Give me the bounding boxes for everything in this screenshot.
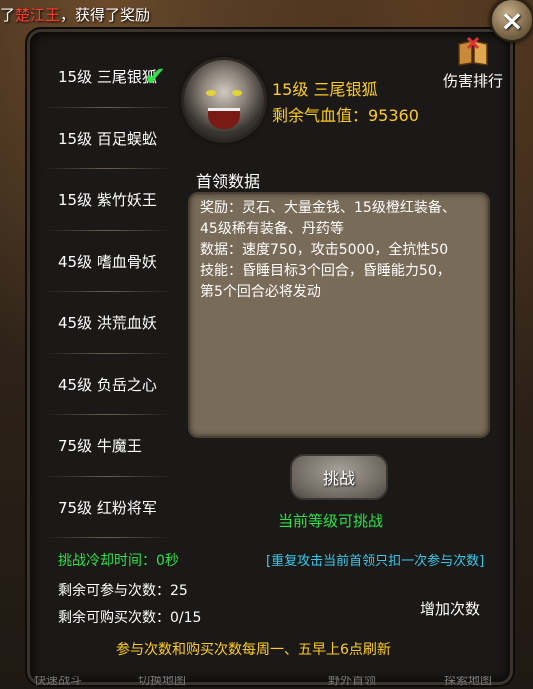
- boss-list-item[interactable]: 75级 牛魔王: [36, 415, 176, 477]
- boss-info-box: 奖励：灵石、大量金钱、15级橙红装备、 45级稀有装备、丹药等 数据：速度750…: [188, 192, 490, 438]
- boss-item-label: 15级 百足蜈蚣: [58, 129, 157, 148]
- nav-switch-map[interactable]: 切换地图: [138, 676, 186, 688]
- info-line: 奖励：灵石、大量金钱、15级橙红装备、: [200, 200, 456, 216]
- bottom-nav: 快速战斗 切换地图 野外首领 探索地图: [0, 676, 533, 689]
- boss-list: 15级 三尾银狐 ✔ 15级 百足蜈蚣 15级 紫竹妖王 45级 嗜血骨妖 45…: [36, 46, 176, 538]
- add-attempts-button[interactable]: 增加次数: [420, 598, 480, 619]
- nav-field-boss[interactable]: 野外首领: [328, 676, 376, 688]
- info-line: 技能：昏睡目标3个回合，昏睡能力50，: [200, 263, 451, 279]
- boss-list-item[interactable]: 15级 紫竹妖王: [36, 169, 176, 231]
- nav-quick-battle[interactable]: 快速战斗: [34, 676, 82, 688]
- remaining-attempts: 剩余可参与次数：25: [58, 583, 188, 599]
- challenge-button[interactable]: 挑战: [290, 454, 388, 500]
- remaining-buys: 剩余可购买次数：0/15: [58, 610, 202, 626]
- check-icon: ✔: [144, 62, 166, 92]
- boss-list-item[interactable]: 45级 负岳之心: [36, 354, 176, 416]
- portrait-eye: [232, 90, 242, 96]
- broadcast-player: 楚江王: [15, 6, 61, 24]
- boss-item-label: 15级 三尾银狐: [58, 68, 157, 87]
- boss-item-label: 45级 负岳之心: [58, 375, 157, 394]
- challenge-label: 挑战: [322, 469, 355, 488]
- broadcast-message: 了楚江王，获得了奖励: [0, 4, 150, 25]
- info-line: 45级稀有装备、丹药等: [200, 221, 344, 237]
- boss-name: 15级 三尾银狐: [272, 80, 378, 99]
- boss-list-item[interactable]: 45级 洪荒血妖: [36, 292, 176, 354]
- broadcast-suffix: ，获得了奖励: [60, 6, 151, 24]
- info-line: 第5个回合必将发动: [200, 284, 321, 300]
- boss-portrait: [184, 60, 264, 140]
- boss-item-label: 45级 嗜血骨妖: [58, 252, 157, 271]
- damage-rank-button[interactable]: 伤害排行: [438, 36, 508, 91]
- info-line: 数据：速度750，攻击5000，全抗性50: [200, 242, 449, 258]
- close-icon: ×: [500, 3, 524, 37]
- boss-list-item[interactable]: 75级 红粉将军: [36, 477, 176, 539]
- boss-hp: 剩余气血值：95360: [272, 106, 419, 125]
- cooldown-text: 挑战冷却时间：0秒: [58, 553, 179, 569]
- damage-rank-label: 伤害排行: [442, 72, 503, 90]
- boss-item-label: 15级 紫竹妖王: [58, 191, 157, 210]
- boss-item-label: 75级 红粉将军: [58, 498, 157, 517]
- section-title: 首领数据: [196, 172, 261, 191]
- nav-explore-map[interactable]: 探索地图: [444, 676, 492, 688]
- boss-list-item[interactable]: 15级 百足蜈蚣: [36, 108, 176, 170]
- refresh-note: 参与次数和购买次数每周一、五早上6点刷新: [116, 642, 391, 658]
- portrait-eye: [206, 90, 216, 96]
- portrait-mouth: [208, 108, 240, 129]
- boss-item-label: 75级 牛魔王: [58, 437, 142, 456]
- broadcast-prefix: 了: [0, 6, 16, 24]
- boss-list-item[interactable]: 15级 三尾银狐 ✔: [36, 46, 176, 108]
- challenge-status: 当前等级可挑战: [278, 512, 384, 530]
- book-icon: [458, 36, 488, 66]
- repeat-attack-note: [重复攻击当前首领只扣一次参与次数]: [266, 554, 485, 569]
- boss-item-label: 45级 洪荒血妖: [58, 314, 157, 333]
- boss-list-item[interactable]: 45级 嗜血骨妖: [36, 231, 176, 293]
